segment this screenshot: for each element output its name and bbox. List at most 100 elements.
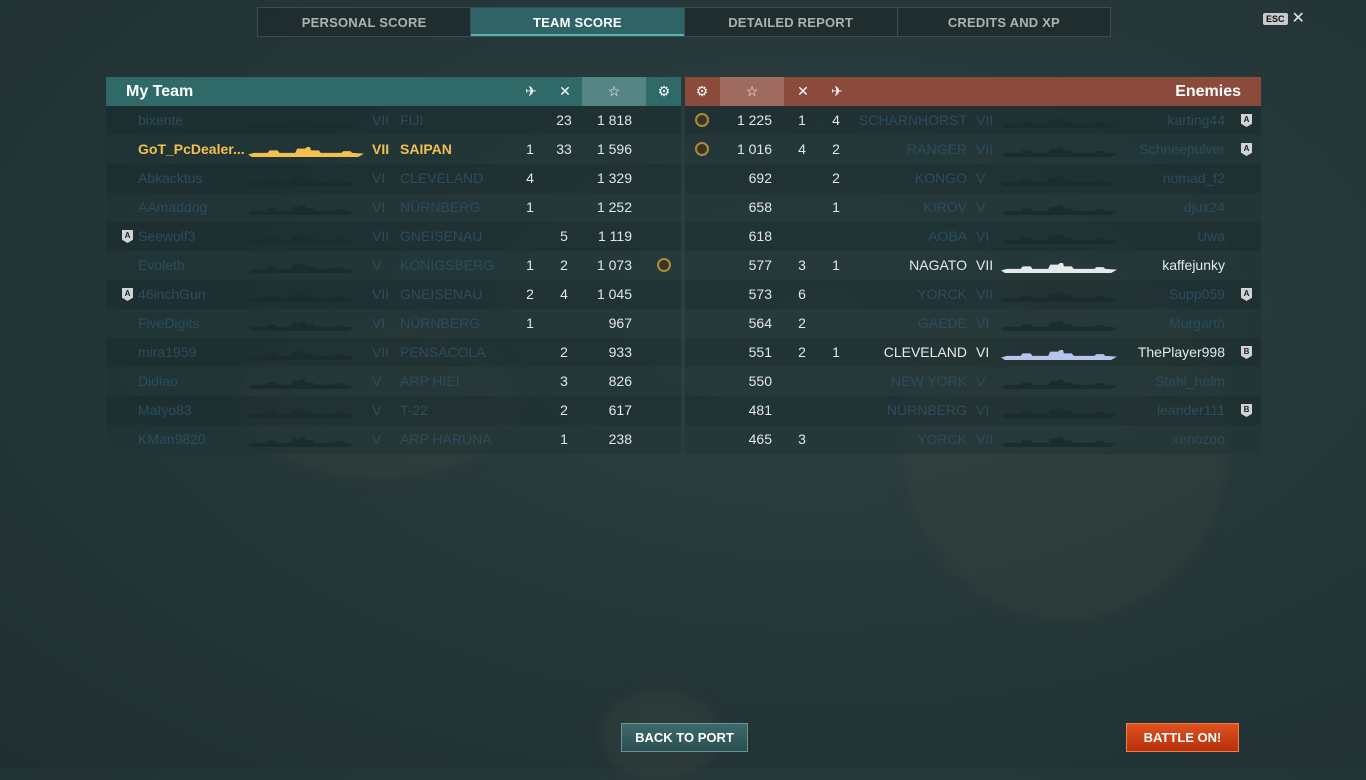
ship-tier: V — [976, 373, 986, 389]
score-value: 967 — [608, 315, 632, 331]
kills-value: 2 — [798, 315, 806, 331]
table-row[interactable]: KMan9820 V ARP HARUNA 1 238 — [106, 425, 681, 454]
ship-name: KONGO — [914, 170, 967, 186]
table-row[interactable]: 1 225 1 4 SCHARNHORST VII karting44 A — [685, 106, 1261, 135]
player-name: Seewolf3 — [138, 228, 196, 244]
table-row[interactable]: 618 AOBA VI Uwa — [685, 222, 1261, 251]
player-name: ThePlayer998 — [1137, 344, 1225, 360]
score-value: 1 252 — [596, 199, 632, 215]
ship-tier: VII — [372, 344, 390, 360]
table-row[interactable]: Didiao V ARP HIEI 3 826 — [106, 367, 681, 396]
tab-bar: PERSONAL SCORE TEAM SCORE DETAILED REPOR… — [257, 7, 1111, 37]
planes-value: 4 — [832, 112, 840, 128]
player-name: Murgarth — [1168, 315, 1225, 331]
table-row[interactable]: AAmaddog VI NÜRNBERG 1 1 252 — [106, 193, 681, 222]
table-row[interactable]: bixente VII FIJI 23 1 818 — [106, 106, 681, 135]
ship-tier: VI — [372, 170, 386, 186]
tab-detailed-report[interactable]: DETAILED REPORT — [685, 8, 898, 36]
ship-silhouette-icon — [248, 405, 356, 418]
table-row[interactable]: A 46inchGun VII GNEISENAU 2 4 1 045 — [106, 280, 681, 309]
ship-tier: VI — [976, 344, 990, 360]
score-value: 617 — [608, 402, 632, 418]
my-team-header: My Team ✈ ✕ ☆ ⚙ — [106, 77, 681, 106]
tab-team-score[interactable]: TEAM SCORE — [471, 8, 685, 36]
kills-value — [550, 164, 578, 193]
kills-value: 5 — [560, 228, 568, 244]
enemies-title: Enemies — [1175, 83, 1241, 100]
table-row[interactable]: 573 6 YORCK VII Supp059 A — [685, 280, 1261, 309]
kills-value — [788, 193, 816, 222]
table-row[interactable]: 692 2 KONGO Vnomad_f2 — [685, 164, 1261, 193]
kills-value: 6 — [798, 286, 806, 302]
ship-silhouette-icon — [1001, 347, 1119, 360]
ship-silhouette-icon — [248, 173, 356, 186]
kills-value — [550, 309, 578, 338]
kills-column-icon: ✕ — [559, 83, 571, 99]
ship-tier: V — [372, 257, 382, 273]
player-name: karting44 — [1167, 112, 1225, 128]
ship-silhouette-icon — [248, 260, 356, 273]
score-value: 826 — [608, 373, 632, 389]
ship-name: AOBA — [928, 228, 967, 244]
table-row[interactable]: A Seewolf3 VII GNEISENAU 5 1 119 — [106, 222, 681, 251]
kills-value: 23 — [556, 112, 572, 128]
kills-value: 33 — [556, 141, 572, 157]
ship-name: NÜRNBERG — [400, 315, 481, 331]
kills-value: 2 — [560, 344, 568, 360]
ship-name: PENSACOLA — [400, 344, 486, 360]
planes-value: 1 — [526, 257, 534, 273]
planes-value: 1 — [832, 257, 840, 273]
battle-on-button[interactable]: BATTLE ON! — [1126, 723, 1239, 752]
player-name: kaffejunky — [1162, 257, 1225, 273]
ship-tier: VI — [372, 199, 386, 215]
close-button[interactable]: ESC ✕ — [1263, 11, 1305, 27]
kills-value: 4 — [560, 286, 568, 302]
tab-personal-score[interactable]: PERSONAL SCORE — [258, 8, 472, 36]
ship-tier: VII — [372, 141, 390, 157]
player-name: KMan9820 — [138, 431, 206, 447]
kills-value: 4 — [798, 141, 806, 157]
back-to-port-button[interactable]: BACK TO PORT — [621, 723, 748, 752]
table-row[interactable]: mira1959 VII PENSACOLA 2 933 — [106, 338, 681, 367]
table-row[interactable]: Matyo83 V T-22 2 617 — [106, 396, 681, 425]
player-name: Supp059 — [1168, 286, 1225, 302]
kills-value: 2 — [560, 257, 568, 273]
table-row[interactable]: 465 3 YORCK VII xenozoo — [685, 425, 1261, 454]
kills-value: 3 — [560, 373, 568, 389]
planes-value: 4 — [526, 170, 534, 186]
kills-column-icon: ✕ — [797, 83, 809, 99]
player-name: nomad_f2 — [1162, 170, 1225, 186]
table-row[interactable]: Abkacktus VI CLEVELAND 4 1 329 — [106, 164, 681, 193]
ship-name: GNEISENAU — [400, 228, 483, 244]
ship-tier: VI — [372, 315, 386, 331]
planes-value: 1 — [526, 141, 534, 157]
table-row[interactable]: Evoleth V KÖNIGSBERG 1 2 1 073 — [106, 251, 681, 280]
planes-value — [822, 222, 850, 251]
score-column-icon: ☆ — [720, 77, 784, 106]
table-row[interactable]: 550 NEW YORK V Stahl_helm — [685, 367, 1261, 396]
ship-silhouette-icon — [1001, 202, 1119, 215]
table-row[interactable]: GoT_PcDealer... VII SAIPAN 1 33 1 596 — [106, 135, 681, 164]
ship-silhouette-icon — [1001, 289, 1119, 302]
planes-column-icon: ✈ — [525, 83, 537, 99]
ship-name: KÖNIGSBERG — [400, 257, 495, 273]
table-row[interactable]: 481 NÜRNBERG VI leander111 B — [685, 396, 1261, 425]
score-value: 564 — [748, 315, 772, 331]
player-name: mira1959 — [138, 344, 197, 360]
tab-credits-and-xp[interactable]: CREDITS AND XP — [898, 8, 1110, 36]
ship-tier: V — [372, 373, 382, 389]
player-name: Abkacktus — [138, 170, 203, 186]
table-row[interactable]: 564 2 GAEDE VI Murgarth — [685, 309, 1261, 338]
table-row[interactable]: FiveDigits VI NÜRNBERG 1 967 — [106, 309, 681, 338]
kills-value — [788, 367, 816, 396]
ship-silhouette-icon — [1001, 115, 1119, 128]
player-name: Evoleth — [138, 257, 185, 273]
table-row[interactable]: 658 1 KIROV Vdjux24 — [685, 193, 1261, 222]
table-row[interactable]: 1 016 4 2 RANGER VII Schneepulver A — [685, 135, 1261, 164]
score-value: 1 119 — [598, 228, 632, 244]
table-row[interactable]: 577 3 1 NAGATO VII kaffejunky — [685, 251, 1261, 280]
table-row[interactable]: 551 2 1 CLEVELAND VI ThePlayer998 B — [685, 338, 1261, 367]
planes-value — [516, 222, 544, 251]
ship-name: KIROV — [923, 199, 967, 215]
score-value: 692 — [748, 170, 772, 186]
